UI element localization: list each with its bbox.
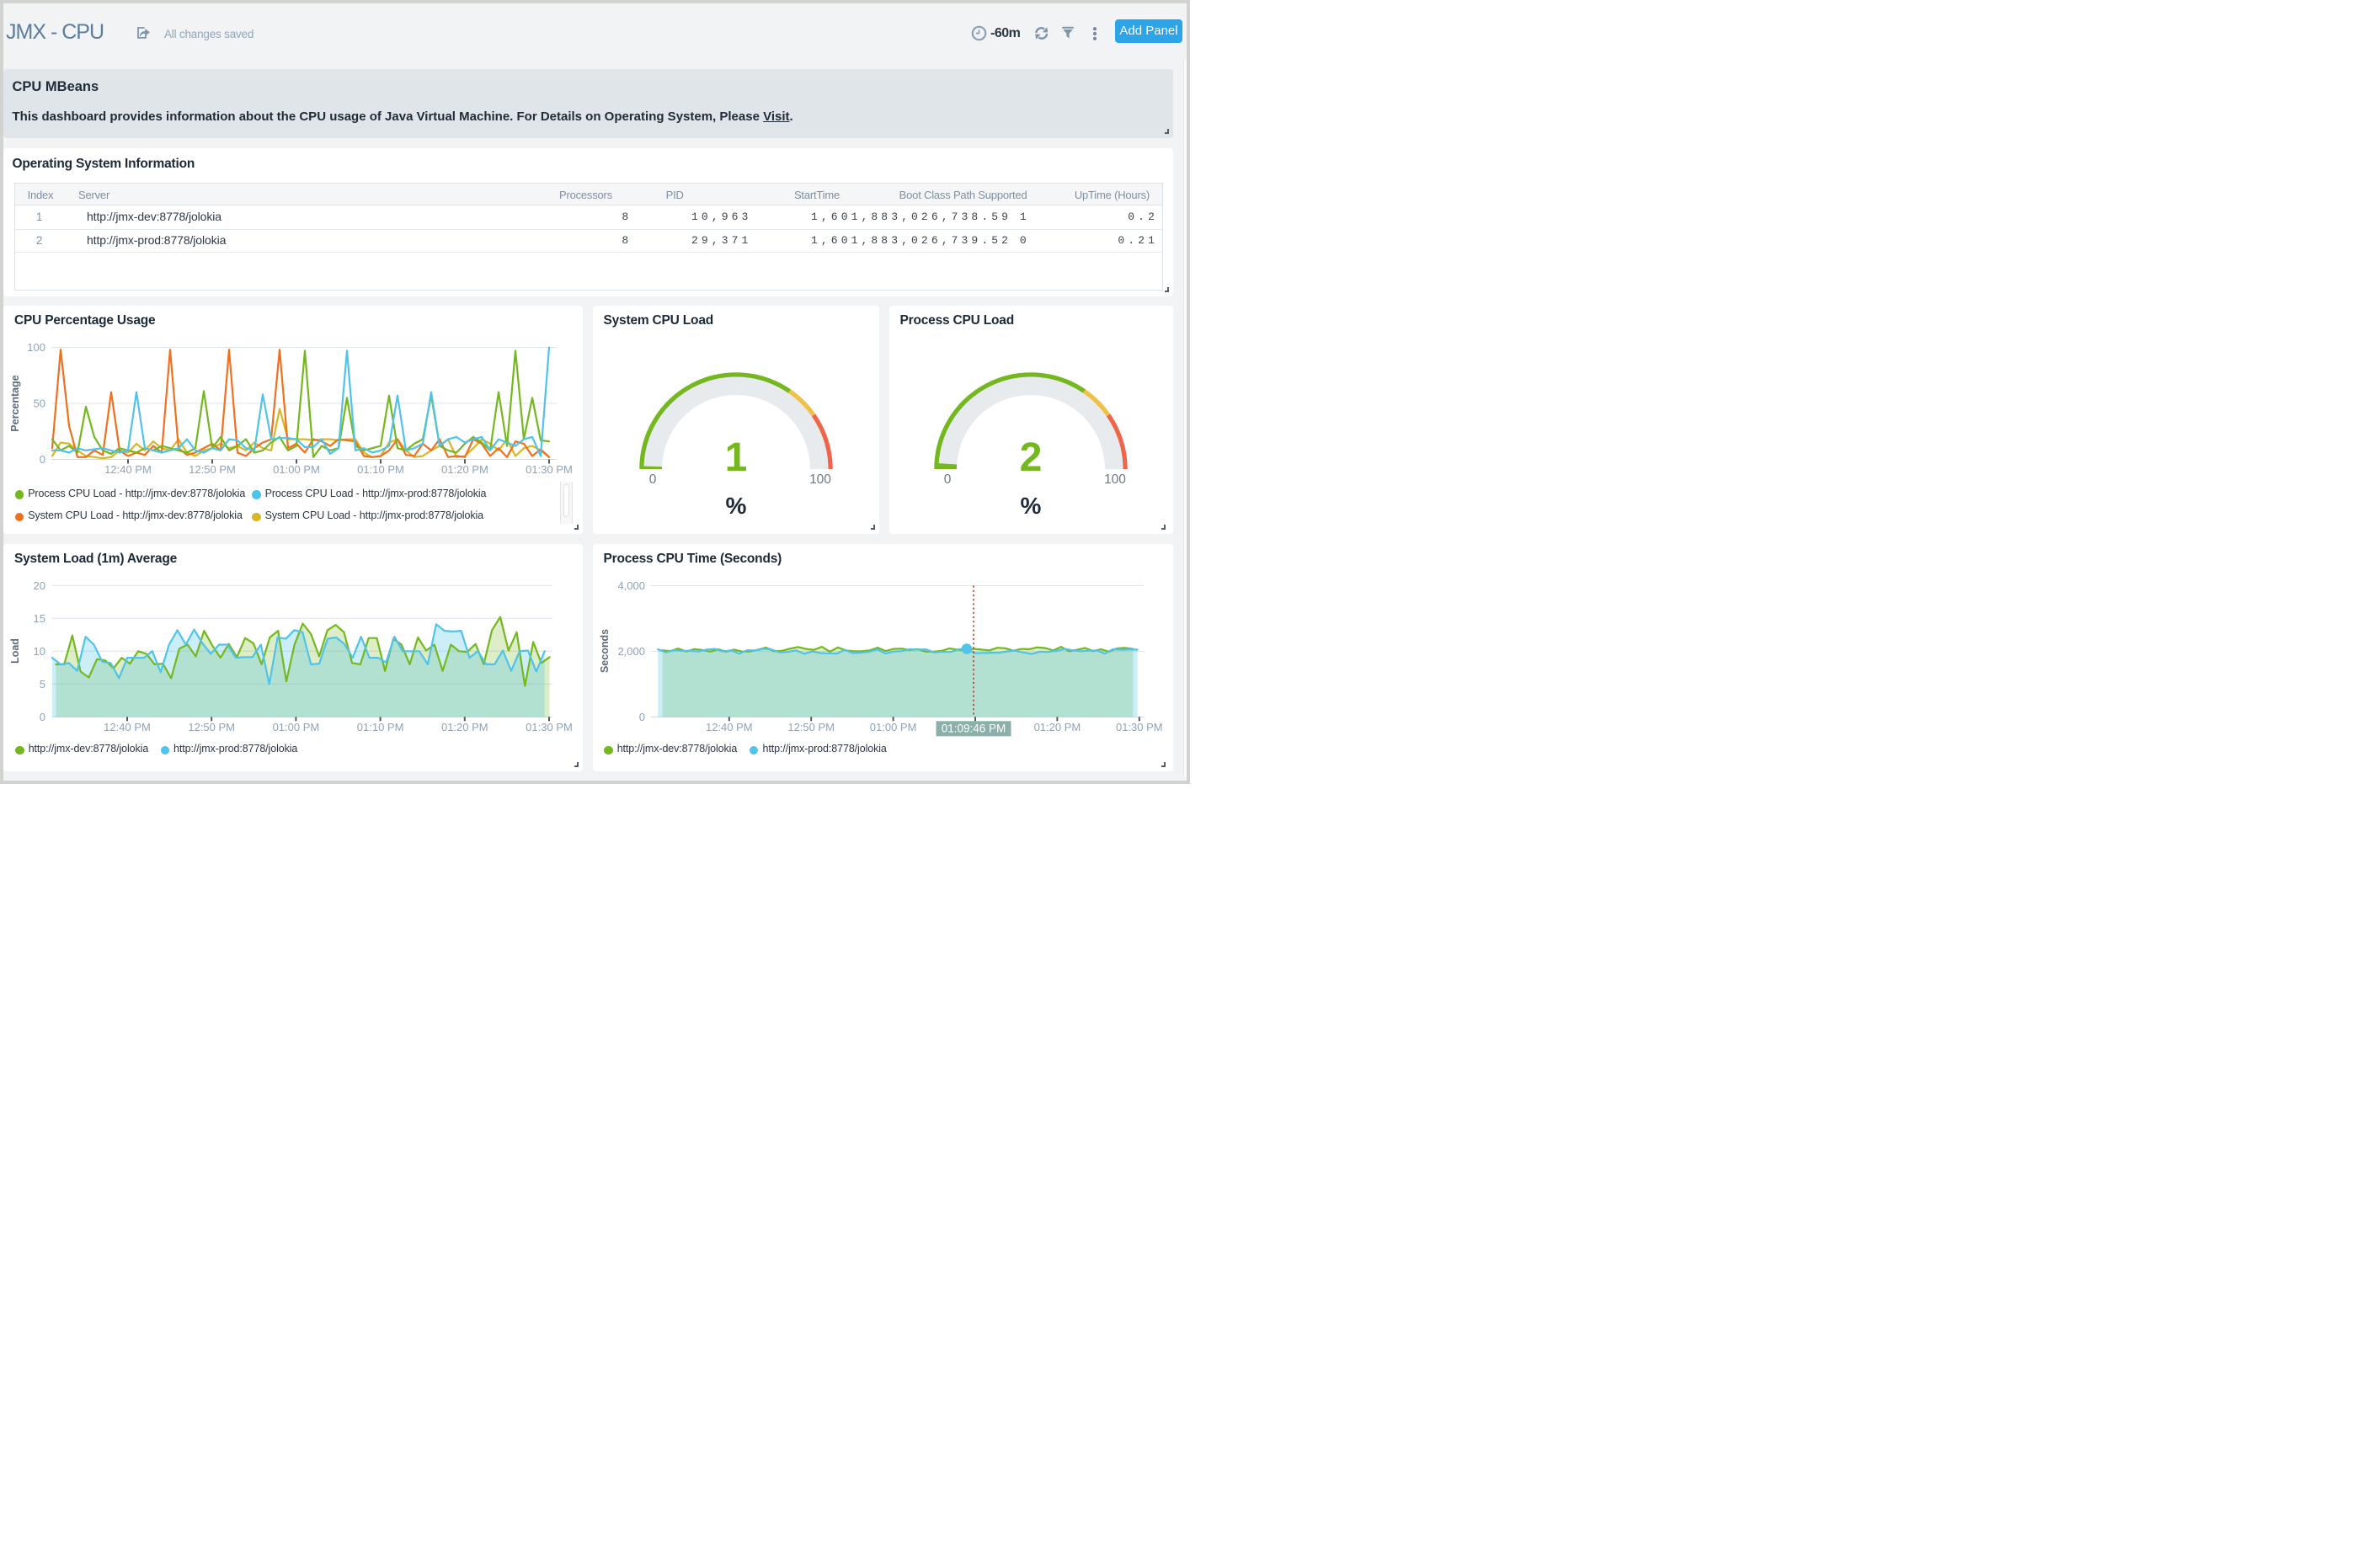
- svg-text:2,000: 2,000: [617, 645, 645, 658]
- svg-text:2: 2: [1020, 435, 1043, 480]
- svg-text:4,000: 4,000: [617, 579, 645, 592]
- svg-text:100: 100: [809, 472, 831, 487]
- svg-text:5: 5: [40, 678, 45, 691]
- svg-text:12:50 PM: 12:50 PM: [189, 463, 236, 476]
- svg-text:100: 100: [1104, 472, 1126, 487]
- svg-text:01:00 PM: 01:00 PM: [273, 463, 320, 476]
- svg-text:Load: Load: [9, 638, 21, 664]
- svg-text:Seconds: Seconds: [599, 629, 611, 673]
- svg-text:01:30 PM: 01:30 PM: [1115, 721, 1162, 733]
- svg-text:01:30 PM: 01:30 PM: [526, 463, 573, 476]
- svg-text:10: 10: [34, 645, 45, 658]
- svg-text:01:20 PM: 01:20 PM: [1033, 721, 1081, 733]
- svg-text:01:00 PM: 01:00 PM: [273, 721, 320, 733]
- svg-text:100: 100: [27, 341, 45, 354]
- svg-text:%: %: [1021, 493, 1042, 519]
- svg-text:0: 0: [944, 472, 952, 487]
- svg-text:01:09:46 PM: 01:09:46 PM: [941, 723, 1006, 735]
- svg-text:01:30 PM: 01:30 PM: [526, 721, 573, 733]
- svg-text:0: 0: [638, 711, 644, 723]
- svg-text:12:50 PM: 12:50 PM: [188, 721, 235, 733]
- svg-text:01:20 PM: 01:20 PM: [441, 721, 488, 733]
- svg-text:01:10 PM: 01:10 PM: [357, 463, 404, 476]
- svg-text:01:20 PM: 01:20 PM: [441, 463, 488, 476]
- svg-text:%: %: [725, 493, 746, 519]
- svg-text:12:40 PM: 12:40 PM: [705, 721, 752, 733]
- svg-text:12:40 PM: 12:40 PM: [104, 463, 152, 476]
- svg-text:0: 0: [40, 711, 45, 723]
- svg-text:12:40 PM: 12:40 PM: [104, 721, 151, 733]
- svg-text:20: 20: [34, 579, 45, 592]
- svg-text:0: 0: [648, 472, 656, 487]
- svg-text:0: 0: [40, 453, 45, 466]
- svg-text:Percentage: Percentage: [9, 375, 21, 431]
- svg-text:50: 50: [34, 397, 45, 410]
- svg-text:01:10 PM: 01:10 PM: [357, 721, 404, 733]
- svg-text:01:00 PM: 01:00 PM: [869, 721, 916, 733]
- svg-text:15: 15: [34, 612, 45, 625]
- svg-text:1: 1: [724, 435, 747, 480]
- svg-text:12:50 PM: 12:50 PM: [787, 721, 835, 733]
